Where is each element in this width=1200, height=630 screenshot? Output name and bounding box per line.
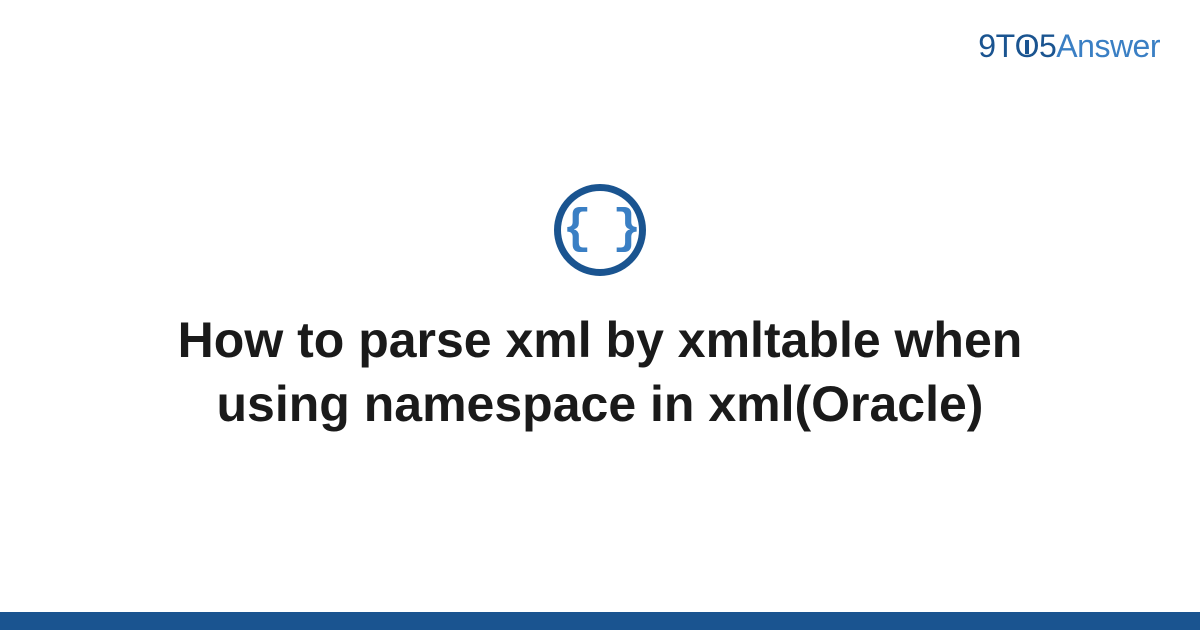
main-content: { } How to parse xml by xmltable when us…: [0, 0, 1200, 630]
footer-accent-bar: [0, 612, 1200, 630]
code-braces-icon: { }: [554, 184, 646, 276]
page-title: How to parse xml by xmltable when using …: [150, 308, 1050, 436]
braces-symbol: { }: [563, 203, 637, 257]
